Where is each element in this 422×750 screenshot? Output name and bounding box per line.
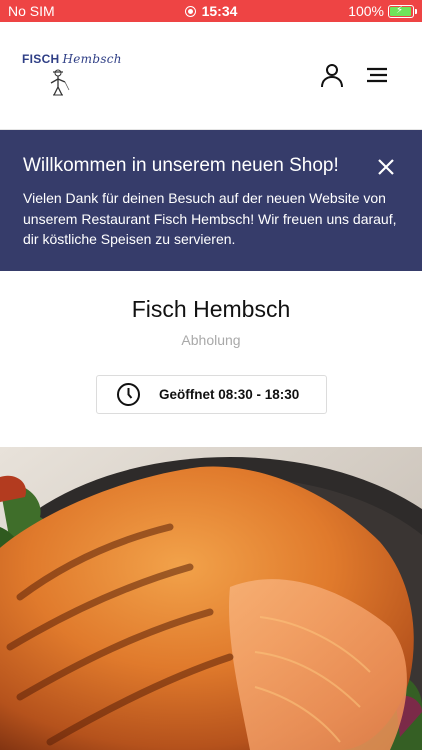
logo-script: Hembsch [62, 52, 122, 66]
logo-wordmark: FISCH Hembsch [22, 52, 122, 66]
clock-icon [117, 383, 140, 406]
banner-text: Vielen Dank für deinen Besuch auf der ne… [23, 190, 397, 247]
fisherman-illustration [50, 69, 70, 96]
hamburger-menu-icon[interactable] [365, 62, 391, 88]
screen-recording-icon [184, 5, 196, 17]
logo[interactable]: FISCH Hembsch [22, 48, 122, 100]
order-mode: Abholung [181, 332, 241, 348]
status-bar: No SIM 15:34 100% ⚡ [0, 0, 422, 22]
user-icon[interactable] [319, 62, 345, 88]
welcome-banner: Willkommen in unserem neuen Shop! Vielen… [0, 130, 422, 271]
banner-title: Willkommen in unserem neuen Shop! [23, 155, 339, 176]
close-icon[interactable] [376, 157, 396, 177]
site-header: FISCH Hembsch [0, 22, 422, 130]
status-time: 15:34 [201, 3, 238, 19]
opening-hours-text: Geöffnet 08:30 - 18:30 [159, 387, 300, 402]
battery-percentage: 100% [348, 3, 384, 19]
shop-name: Fisch Hembsch [131, 296, 291, 322]
battery-icon: ⚡ [388, 5, 417, 18]
hero-salmon-image [0, 447, 422, 750]
opening-hours[interactable]: Geöffnet 08:30 - 18:30 [96, 375, 327, 414]
logo-text: FISCH [22, 52, 60, 66]
